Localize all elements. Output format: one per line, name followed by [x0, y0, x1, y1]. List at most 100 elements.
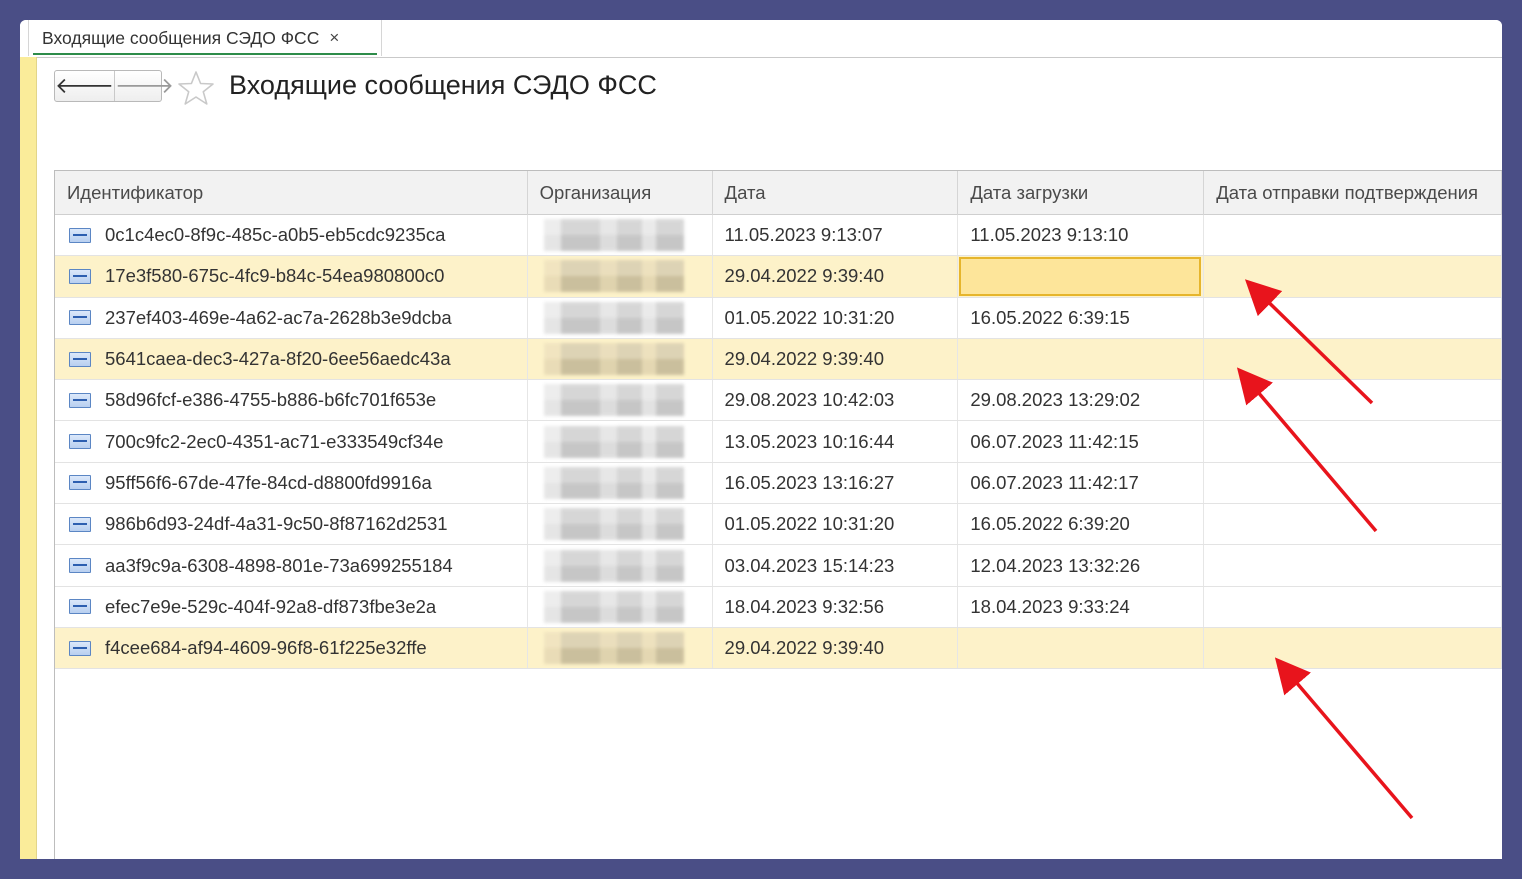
cell-identifier: 237ef403-469e-4a62-ac7a-2628b3e9dcba [55, 297, 528, 338]
cell-date: 01.05.2022 10:31:20 [713, 297, 959, 338]
identifier-text: 986b6d93-24df-4a31-9c50-8f87162d2531 [105, 513, 448, 535]
cell-date: 13.05.2023 10:16:44 [713, 421, 959, 462]
messages-table: Идентификатор Организация Дата Дата загр… [54, 170, 1502, 859]
column-header-load-date[interactable]: Дата загрузки [958, 171, 1205, 215]
cell-identifier: 58d96fcf-e386-4755-b886-b6fc701f653e [55, 380, 528, 421]
cell-load-date: 06.07.2023 11:42:15 [958, 421, 1205, 462]
cell-date: 18.04.2023 9:32:56 [713, 586, 959, 627]
cell-date: 29.08.2023 10:42:03 [713, 380, 959, 421]
message-icon [69, 516, 91, 532]
identifier-text: 58d96fcf-e386-4755-b886-b6fc701f653e [105, 389, 437, 411]
identifier-text: 700c9fc2-2ec0-4351-ac71-e333549cf34e [105, 430, 444, 452]
message-icon [69, 640, 91, 656]
table-header: Идентификатор Организация Дата Дата загр… [55, 171, 1502, 215]
redacted-organization [543, 466, 684, 499]
column-header-identifier[interactable]: Идентификатор [55, 171, 528, 215]
redacted-organization [543, 425, 684, 458]
favorite-star-icon[interactable] [177, 70, 215, 106]
column-header-organization[interactable]: Организация [528, 171, 713, 215]
identifier-text: 5641caea-dec3-427a-8f20-6ee56aedc43a [105, 348, 451, 370]
tab-label: Входящие сообщения СЭДО ФСС [42, 27, 320, 48]
cell-load-date: 12.04.2023 13:32:26 [958, 545, 1205, 586]
identifier-text: 0c1c4ec0-8f9c-485c-a0b5-eb5cdc9235ca [105, 224, 446, 246]
cell-organization [528, 338, 713, 380]
message-icon [69, 599, 91, 615]
page-title: Входящие сообщения СЭДО ФСС [229, 70, 657, 100]
redacted-organization [543, 260, 684, 293]
identifier-text: 95ff56f6-67de-47fe-84cd-d8800fd9916a [105, 471, 432, 493]
cell-identifier: 5641caea-dec3-427a-8f20-6ee56aedc43a [55, 338, 528, 380]
cell-date: 29.04.2022 9:39:40 [713, 338, 959, 380]
table-row[interactable]: f4cee684-af94-4609-96f8-61f225e32ffe 29.… [55, 627, 1502, 670]
cell-confirmation-date [1204, 586, 1502, 627]
cell-identifier: 700c9fc2-2ec0-4351-ac71-e333549cf34e [55, 421, 528, 462]
table-row[interactable]: 0c1c4ec0-8f9c-485c-a0b5-eb5cdc9235ca 11.… [55, 215, 1502, 257]
cell-identifier: 17e3f580-675c-4fc9-b84c-54ea980800c0 [55, 256, 528, 297]
table-row[interactable]: efec7e9e-529c-404f-92a8-df873fbe3e2a 18.… [55, 586, 1502, 628]
tab-incoming-messages[interactable]: Входящие сообщения СЭДО ФСС × [28, 20, 382, 56]
identifier-text: aa3f9c9a-6308-4898-801e-73a699255184 [105, 554, 453, 576]
back-arrow-icon[interactable]: 🡐 [55, 71, 115, 101]
identifier-text: 17e3f580-675c-4fc9-b84c-54ea980800c0 [105, 265, 445, 287]
cell-identifier: 0c1c4ec0-8f9c-485c-a0b5-eb5cdc9235ca [55, 215, 528, 256]
redacted-organization [543, 590, 684, 623]
identifier-text: f4cee684-af94-4609-96f8-61f225e32ffe [105, 637, 427, 659]
message-icon [69, 351, 91, 367]
cell-load-date[interactable] [958, 256, 1205, 297]
cell-load-date: 16.05.2022 6:39:15 [958, 297, 1205, 338]
cell-load-date: 11.05.2023 9:13:10 [958, 215, 1205, 256]
message-icon [69, 558, 91, 574]
message-icon [69, 392, 91, 408]
selected-cell-highlight [959, 257, 1202, 296]
redacted-organization [543, 343, 684, 376]
cell-organization [528, 586, 713, 627]
cell-identifier: f4cee684-af94-4609-96f8-61f225e32ffe [55, 627, 528, 669]
cell-identifier: efec7e9e-529c-404f-92a8-df873fbe3e2a [55, 586, 528, 627]
cell-organization [528, 462, 713, 504]
cell-organization [528, 504, 713, 545]
cell-load-date: 18.04.2023 9:33:24 [958, 586, 1205, 627]
cell-confirmation-date [1204, 297, 1502, 338]
cell-date: 16.05.2023 13:16:27 [713, 462, 959, 504]
message-icon [69, 434, 91, 450]
cell-confirmation-date [1204, 627, 1502, 669]
cell-date: 01.05.2022 10:31:20 [713, 504, 959, 545]
table-row[interactable]: 17e3f580-675c-4fc9-b84c-54ea980800c0 29.… [55, 256, 1502, 298]
table-row[interactable]: aa3f9c9a-6308-4898-801e-73a699255184 03.… [55, 545, 1502, 587]
identifier-text: efec7e9e-529c-404f-92a8-df873fbe3e2a [105, 595, 437, 617]
table-row[interactable]: 986b6d93-24df-4a31-9c50-8f87162d2531 01.… [55, 504, 1502, 546]
cell-confirmation-date [1204, 545, 1502, 586]
forward-arrow-icon[interactable]: 🡒 [115, 71, 174, 101]
cell-organization [528, 256, 713, 297]
table-row[interactable]: 95ff56f6-67de-47fe-84cd-d8800fd9916a 16.… [55, 462, 1502, 505]
redacted-organization [543, 549, 684, 582]
table-row[interactable]: 5641caea-dec3-427a-8f20-6ee56aedc43a 29.… [55, 338, 1502, 381]
cell-date: 29.04.2022 9:39:40 [713, 627, 959, 669]
cell-load-date: 29.08.2023 13:29:02 [958, 380, 1205, 421]
table-row[interactable]: 58d96fcf-e386-4755-b886-b6fc701f653e 29.… [55, 380, 1502, 422]
cell-load-date [958, 338, 1205, 380]
table-row[interactable]: 700c9fc2-2ec0-4351-ac71-e333549cf34e 13.… [55, 421, 1502, 463]
close-icon[interactable]: × [329, 28, 339, 48]
cell-confirmation-date [1204, 504, 1502, 545]
cell-load-date [958, 627, 1205, 669]
cell-confirmation-date [1204, 256, 1502, 297]
cell-date: 03.04.2023 15:14:23 [713, 545, 959, 586]
column-header-date[interactable]: Дата [713, 171, 959, 215]
cell-date: 11.05.2023 9:13:07 [713, 215, 959, 256]
redacted-organization [543, 384, 684, 417]
message-icon [69, 227, 91, 243]
column-header-confirmation-date[interactable]: Дата отправки подтверждения [1204, 171, 1502, 215]
message-icon [69, 268, 91, 284]
redacted-organization [543, 219, 684, 252]
cell-organization [528, 215, 713, 256]
cell-confirmation-date [1204, 380, 1502, 421]
redacted-organization [543, 301, 684, 334]
cell-identifier: 95ff56f6-67de-47fe-84cd-d8800fd9916a [55, 462, 528, 504]
cell-confirmation-date [1204, 421, 1502, 462]
table-row[interactable]: 237ef403-469e-4a62-ac7a-2628b3e9dcba 01.… [55, 297, 1502, 339]
tab-active-indicator [33, 53, 377, 55]
cell-load-date: 06.07.2023 11:42:17 [958, 462, 1205, 504]
left-panel-strip [20, 57, 37, 859]
cell-identifier: aa3f9c9a-6308-4898-801e-73a699255184 [55, 545, 528, 586]
